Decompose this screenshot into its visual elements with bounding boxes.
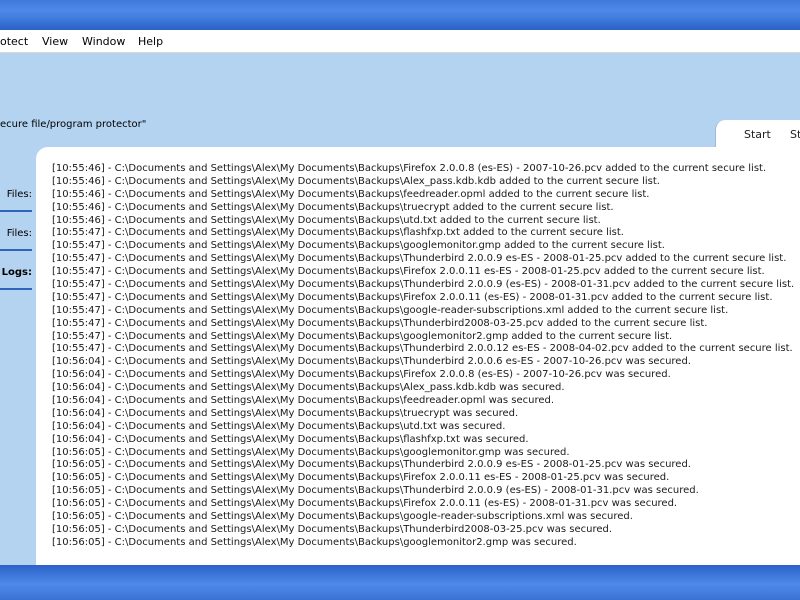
log-entry: [10:55:46] - C:\Documents and Settings\A… <box>52 188 650 200</box>
log-list: [10:55:46] - C:\Documents and Settings\A… <box>52 163 800 550</box>
log-entry: [10:55:47] - C:\Documents and Settings\A… <box>52 279 795 291</box>
app-subtitle: ecure file/program protector" <box>0 119 147 130</box>
log-entry: [10:55:47] - C:\Documents and Settings\A… <box>52 266 765 278</box>
log-entry: [10:55:47] - C:\Documents and Settings\A… <box>52 304 729 316</box>
sidebar: Files: Files: Logs: <box>0 160 34 565</box>
log-entry: [10:56:05] - C:\Documents and Settings\A… <box>52 485 699 497</box>
log-entry: [10:55:47] - C:\Documents and Settings\A… <box>52 317 708 329</box>
log-entry: [10:55:47] - C:\Documents and Settings\A… <box>52 291 773 303</box>
log-entry: [10:55:47] - C:\Documents and Settings\A… <box>52 240 665 252</box>
header-area: ecure file/program protector" <box>0 53 800 148</box>
sidebar-separator <box>0 249 32 251</box>
window-title-bar[interactable] <box>0 0 800 30</box>
log-entry: [10:55:46] - C:\Documents and Settings\A… <box>52 175 660 187</box>
log-entry: [10:56:04] - C:\Documents and Settings\A… <box>52 356 691 368</box>
sidebar-separator <box>0 288 32 290</box>
menu-window[interactable]: Window <box>82 35 125 48</box>
log-entry: [10:56:04] - C:\Documents and Settings\A… <box>52 395 555 407</box>
log-entry: [10:55:46] - C:\Documents and Settings\A… <box>52 214 601 226</box>
log-entry: [10:56:05] - C:\Documents and Settings\A… <box>52 523 613 535</box>
log-entry: [10:56:04] - C:\Documents and Settings\A… <box>52 382 565 394</box>
sidebar-label-logs[interactable]: Logs: <box>0 267 34 278</box>
sidebar-label-files-1[interactable]: Files: <box>0 189 34 200</box>
tab-next[interactable]: St <box>790 120 800 150</box>
log-entry: [10:56:05] - C:\Documents and Settings\A… <box>52 459 691 471</box>
menu-bar: otect View Window Help <box>0 30 800 53</box>
menu-help[interactable]: Help <box>138 35 163 48</box>
window-bottom-frame <box>0 565 800 600</box>
sidebar-separator <box>0 210 32 212</box>
log-panel: [10:55:46] - C:\Documents and Settings\A… <box>36 147 800 565</box>
log-entry: [10:55:46] - C:\Documents and Settings\A… <box>52 163 767 174</box>
log-entry: [10:56:05] - C:\Documents and Settings\A… <box>52 536 577 548</box>
log-entry: [10:56:05] - C:\Documents and Settings\A… <box>52 446 570 458</box>
log-entry: [10:56:05] - C:\Documents and Settings\A… <box>52 472 670 484</box>
log-entry: [10:55:47] - C:\Documents and Settings\A… <box>52 330 673 342</box>
log-entry: [10:55:47] - C:\Documents and Settings\A… <box>52 227 624 239</box>
log-entry: [10:55:47] - C:\Documents and Settings\A… <box>52 343 793 355</box>
log-entry: [10:55:47] - C:\Documents and Settings\A… <box>52 253 787 265</box>
log-entry: [10:56:04] - C:\Documents and Settings\A… <box>52 433 529 445</box>
tab-start[interactable]: Start <box>715 120 800 150</box>
log-entry: [10:55:46] - C:\Documents and Settings\A… <box>52 201 614 213</box>
log-entry: [10:56:04] - C:\Documents and Settings\A… <box>52 407 519 419</box>
sidebar-label-files-2[interactable]: Files: <box>0 228 34 239</box>
log-entry: [10:56:04] - C:\Documents and Settings\A… <box>52 369 671 381</box>
log-entry: [10:56:05] - C:\Documents and Settings\A… <box>52 511 633 523</box>
log-entry: [10:56:04] - C:\Documents and Settings\A… <box>52 420 506 432</box>
menu-protect[interactable]: otect <box>0 35 28 48</box>
menu-view[interactable]: View <box>42 35 68 48</box>
log-entry: [10:56:05] - C:\Documents and Settings\A… <box>52 498 678 510</box>
